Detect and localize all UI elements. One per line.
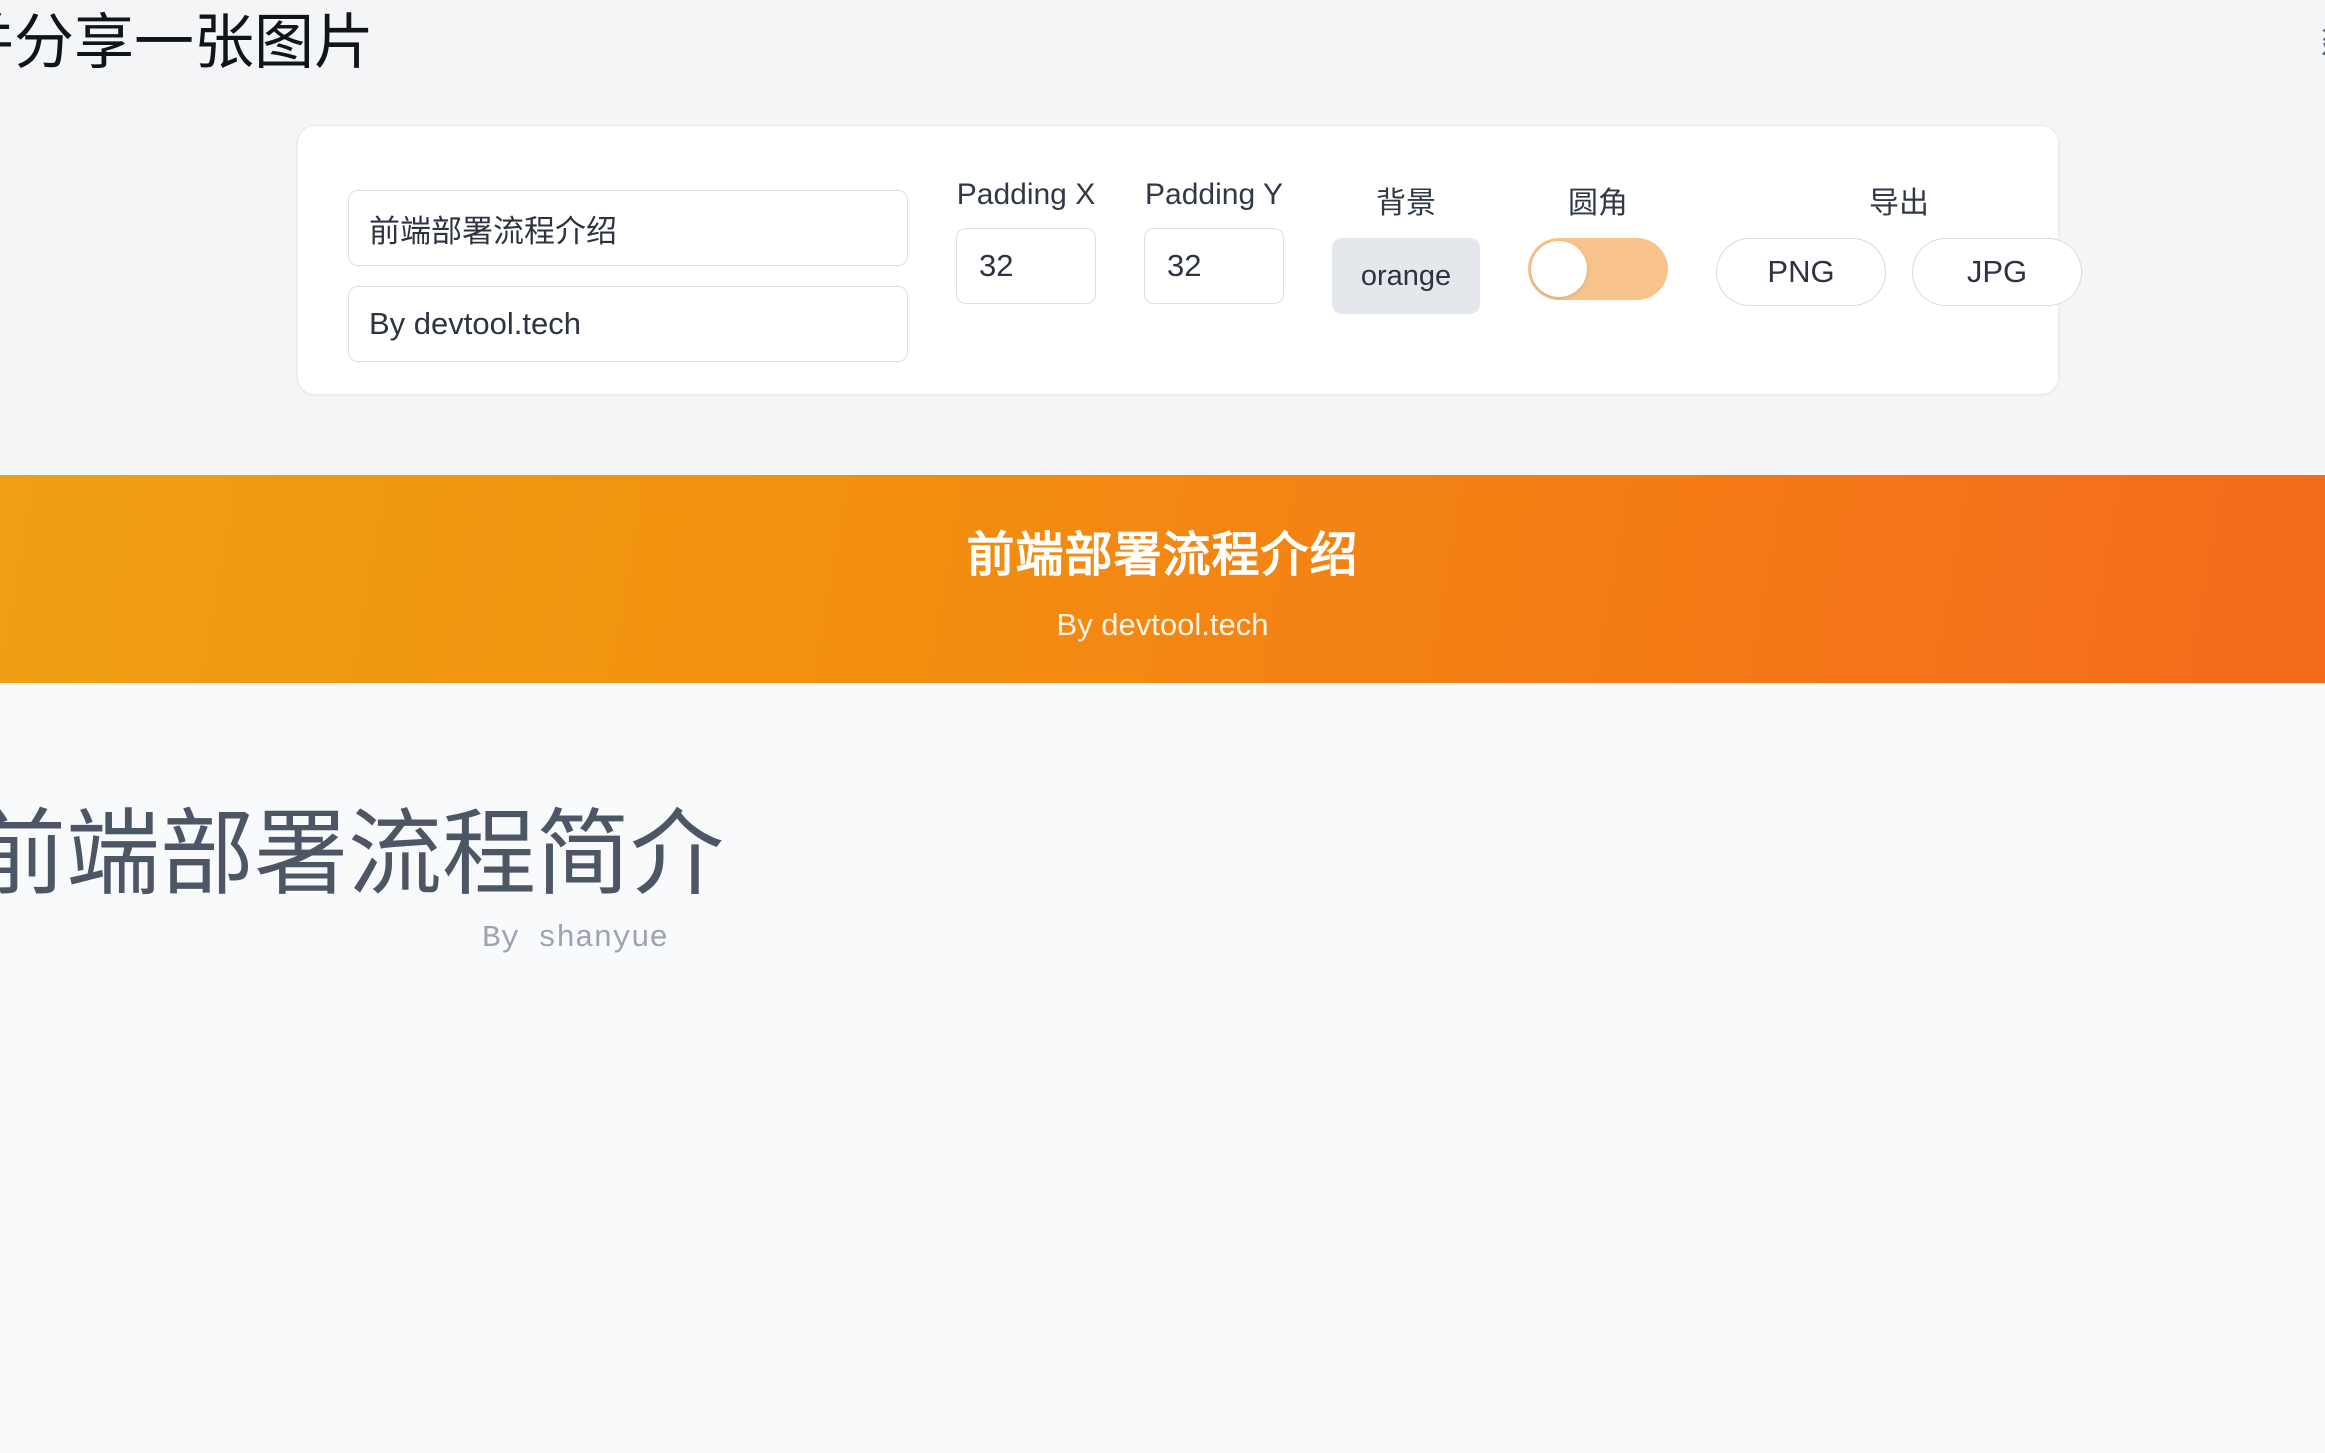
diagram-title: 前端部署流程简介 — [0, 803, 725, 907]
text-fields-group: 前端部署流程介绍 By devtool.tech — [348, 190, 908, 362]
background-select[interactable]: orange — [1332, 238, 1480, 314]
export-jpg-button[interactable]: JPG — [1912, 238, 2082, 306]
padding-y-input[interactable]: 32 — [1144, 228, 1284, 304]
controls-card: 前端部署流程介绍 By devtool.tech Padding X 32 Pa… — [297, 125, 2082, 395]
padding-x-label: Padding X — [956, 178, 1096, 211]
rounded-toggle[interactable] — [1528, 238, 1668, 300]
padding-x-input[interactable]: 32 — [956, 228, 1096, 304]
diagram-subtitle: By shanyue — [482, 921, 669, 956]
subtitle-input[interactable]: By devtool.tech — [348, 286, 908, 362]
padding-y-label: Padding Y — [1145, 178, 1283, 211]
export-png-button[interactable]: PNG — [1716, 238, 1886, 306]
diagram-canvas: 前端部署流程简介 By shanyue — [0, 683, 2325, 1453]
rounded-label: 圆角 — [1568, 187, 1628, 220]
export-group: 导出 PNG JPG — [1716, 136, 2082, 306]
preview-banner: 前端部署流程介绍 By devtool.tech — [0, 475, 2325, 683]
title-input[interactable]: 前端部署流程介绍 — [348, 190, 908, 266]
padding-x-group: Padding X 32 — [956, 136, 1096, 304]
page-header-note: 建议 — [2321, 18, 2325, 62]
background-label: 背景 — [1376, 187, 1436, 220]
page-header: 并分享一张图片 建议 — [0, 0, 2325, 88]
padding-y-group: Padding Y 32 — [1144, 136, 1284, 304]
background-group: 背景 orange — [1332, 136, 1480, 314]
export-label: 导出 — [1869, 187, 1929, 220]
page-title: 并分享一张图片 — [0, 10, 374, 76]
banner-title: 前端部署流程介绍 — [966, 529, 1359, 582]
toggle-knob — [1531, 241, 1587, 297]
rounded-group: 圆角 — [1528, 136, 1668, 300]
banner-subtitle: By devtool.tech — [1056, 607, 1269, 642]
